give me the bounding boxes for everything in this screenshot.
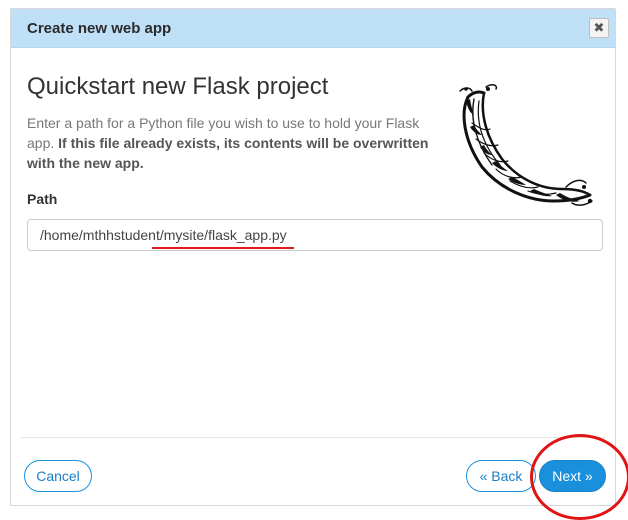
description-warning: If this file already exists, its content… <box>27 135 429 171</box>
path-label: Path <box>27 191 58 207</box>
page-title: Quickstart new Flask project <box>27 73 329 100</box>
dialog-title: Create new web app <box>27 20 172 37</box>
close-button[interactable]: ✖ <box>589 18 609 38</box>
dialog-header: Create new web app ✖ <box>11 9 615 48</box>
back-button[interactable]: « Back <box>466 460 536 492</box>
cancel-button[interactable]: Cancel <box>24 460 92 492</box>
description-text: Enter a path for a Python file you wish … <box>27 113 447 173</box>
flask-logo-icon <box>459 84 593 206</box>
close-icon: ✖ <box>593 20 605 35</box>
create-web-app-dialog: Create new web app ✖ Quickstart new Flas… <box>10 8 628 520</box>
path-input[interactable] <box>27 219 603 251</box>
next-button[interactable]: Next » <box>539 460 606 492</box>
annotation-underline <box>152 247 294 249</box>
footer-divider <box>21 437 605 438</box>
